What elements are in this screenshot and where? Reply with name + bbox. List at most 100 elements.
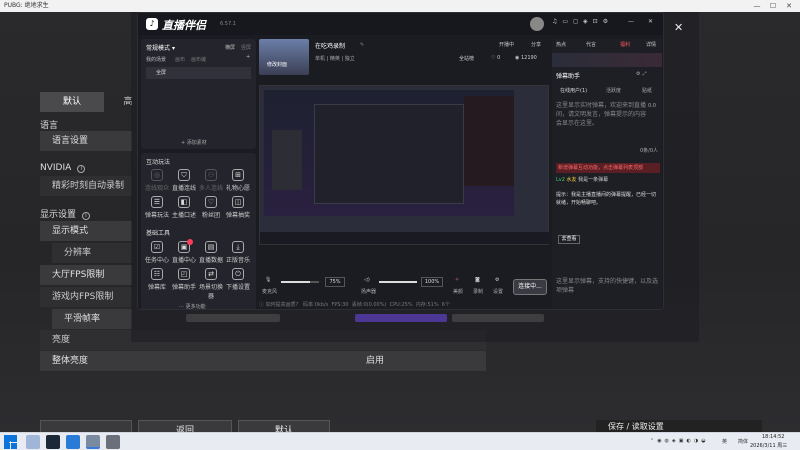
speaker-slider[interactable] xyxy=(379,281,417,283)
right-tab-welfare[interactable]: 福利 xyxy=(620,41,630,48)
subtab-activity[interactable]: 活跃度 xyxy=(606,87,621,94)
tool-scene-switcher[interactable]: ⇄ 场景切换器 xyxy=(199,268,223,300)
cloud-app-icon[interactable] xyxy=(26,435,40,449)
display-mode-row[interactable]: 显示模式 xyxy=(40,221,132,241)
basic-tools-title: 基础工具 xyxy=(146,230,171,237)
tool-gift-wish[interactable]: ⊞ 礼物心愿 xyxy=(226,169,250,192)
share-link[interactable]: 分享 xyxy=(531,41,541,48)
tool-danmaku-lib[interactable]: ☷ 弹幕库 xyxy=(145,268,169,300)
banner[interactable] xyxy=(552,53,662,67)
subtab-online[interactable]: 在线用户(1) xyxy=(560,87,587,94)
ingame-fps-row[interactable]: 游戏内FPS限制 xyxy=(40,287,132,307)
app-icon-grey[interactable] xyxy=(106,435,120,449)
chat-icon[interactable]: ◻ xyxy=(573,18,583,25)
add-material-button[interactable]: + 添加素材 xyxy=(181,139,207,146)
portrait-toggle[interactable]: 竖屏 xyxy=(241,44,251,51)
avatar[interactable] xyxy=(530,17,544,31)
maximize-icon[interactable]: ☐ xyxy=(768,1,778,11)
mic-icon[interactable]: 🎙︎ xyxy=(265,277,271,283)
interaction-grid: ◎ 连线观众 ⛉ 直播连线 ⚇ 多人连线 ⊞ 礼物心愿 ☰ 弹幕玩法 ◧ 主播口述 ♡ 粉丝团… xyxy=(145,169,255,219)
tool-task-center[interactable]: ☑ 任务中心 xyxy=(145,241,169,264)
stream-preview[interactable] xyxy=(259,85,550,245)
stream-tags[interactable]: 单机 | 精英 | 独立 xyxy=(315,55,355,62)
edit-title-icon[interactable]: ✎ xyxy=(360,42,364,48)
live-status[interactable]: 开播中 xyxy=(499,41,514,48)
top-icon-row[interactable]: ♫▭◻◈⊡⚙ xyxy=(552,18,613,25)
tab-default[interactable]: 默认 xyxy=(40,92,104,112)
smooth-framerate-row[interactable]: 平滑帧率 xyxy=(52,309,132,329)
headset-icon[interactable]: ♫ xyxy=(552,18,562,25)
record-icon[interactable]: ◙ xyxy=(475,277,480,283)
close-app-icon[interactable]: ✕ xyxy=(648,18,653,25)
stream-cover[interactable]: 修改封面 xyxy=(259,39,309,75)
settings-label[interactable]: 设置 xyxy=(493,288,503,295)
mode-select[interactable]: 常规模式 ▾ xyxy=(146,43,175,52)
tool-live-connect[interactable]: ⛉ 直播连线 xyxy=(172,169,196,192)
monitor-icon[interactable]: ▭ xyxy=(562,18,573,25)
helper-actions[interactable]: ⚙⤢ xyxy=(636,71,649,77)
landscape-toggle[interactable]: 横屏 xyxy=(225,44,235,51)
add-scene-icon[interactable]: + xyxy=(246,54,250,60)
center-column: 修改封面 在吃鸡录制 ✎ 单机 | 精英 | 独立 开播中 分享 全站榜 ♡ 0… xyxy=(259,39,550,309)
minimize-app-icon[interactable]: — xyxy=(628,18,634,25)
tool-live-data[interactable]: ▤ 直播数据 xyxy=(199,241,223,264)
settings-icon[interactable]: ⚙ xyxy=(495,277,499,283)
game-icon: ☰ xyxy=(151,196,163,208)
cast-icon[interactable]: ⊡ xyxy=(593,18,603,25)
overall-brightness-row[interactable]: 整体亮度 xyxy=(40,351,486,371)
lang-indicator[interactable]: 英 xyxy=(722,438,727,445)
scene-tab-1[interactable]: 画布 xyxy=(175,56,185,63)
right-tab-hot[interactable]: 热点 xyxy=(556,41,566,48)
steam-icon[interactable] xyxy=(46,435,60,449)
feature-alert[interactable]: 新增弹幕互动功能，点击弹幕列表顶部 xyxy=(556,163,660,173)
live-button[interactable]: 连接中... xyxy=(513,279,547,295)
app-icon-blue[interactable] xyxy=(66,435,80,449)
language-setting-row[interactable]: 语言设置 xyxy=(40,131,132,151)
close-icon[interactable]: ✕ xyxy=(784,1,794,11)
resolution-row[interactable]: 分辨率 xyxy=(52,243,132,263)
view-button[interactable]: 去查看 xyxy=(558,235,580,244)
gift-icon[interactable]: ◈ xyxy=(583,18,593,25)
ime-indicator[interactable]: 简体 xyxy=(738,438,748,445)
tray-icons[interactable]: ⌃◉◍◈▣◐◑◒ xyxy=(650,438,709,444)
quality-hint[interactable]: 如何提高画质? xyxy=(266,302,299,308)
settings-icon[interactable]: ⚙ xyxy=(603,18,613,25)
lobby-fps-row[interactable]: 大厅FPS限制 xyxy=(40,265,132,285)
tool-fan-club[interactable]: ♡ 粉丝团 xyxy=(199,196,223,219)
expand-icon[interactable]: ⤢ xyxy=(642,71,648,77)
tool-lottery[interactable]: ◫ 弹幕抽奖 xyxy=(226,196,250,219)
detail-link[interactable]: 详情 xyxy=(646,41,656,48)
beauty-icon[interactable]: ✧ xyxy=(455,277,459,283)
tool-anchor-voice[interactable]: ◧ 主播口述 xyxy=(172,196,196,219)
source-item[interactable]: 全屏 xyxy=(146,67,251,79)
right-tab-endorse[interactable]: 代言 xyxy=(586,41,596,48)
minimize-icon[interactable]: — xyxy=(752,1,762,11)
message-placeholder: 这里显示实时弹幕，欢迎来到直播间，请文明发言，弹幕提示的内容会显示在这里。 xyxy=(556,102,647,127)
gift-icon: ⊞ xyxy=(232,169,244,181)
subtab-sticker[interactable]: 贴纸 xyxy=(642,87,652,94)
tool-multi-connect[interactable]: ⚇ 多人连线 xyxy=(199,169,223,192)
record-label[interactable]: 录制 xyxy=(473,288,483,295)
ranking-label[interactable]: 全站榜 xyxy=(459,55,474,62)
chat-username[interactable]: 水友 xyxy=(567,177,577,183)
scene-tab-2[interactable]: 画布编 xyxy=(191,56,206,63)
tool-connect-audience[interactable]: ◎ 连线观众 xyxy=(145,169,169,192)
mic-slider[interactable] xyxy=(281,281,319,283)
tool-danmaku-helper[interactable]: ◰ 弹幕助手 xyxy=(172,268,196,300)
mic-level[interactable]: 75% xyxy=(325,277,345,287)
tool-end-settings[interactable]: ⏻ 下播设置 xyxy=(226,268,250,300)
tool-live-center[interactable]: ▣ 直播中心 xyxy=(172,239,196,264)
speaker-level[interactable]: 100% xyxy=(421,277,443,287)
nvidia-highlights-row[interactable]: 精彩时刻自动录制 xyxy=(40,176,132,196)
streaming-app-taskbar-icon[interactable] xyxy=(86,435,100,449)
preview-desktop xyxy=(264,90,514,216)
more-functions[interactable]: ⋯ 更多功能 xyxy=(179,303,206,309)
tool-danmaku-play[interactable]: ☰ 弹幕玩法 xyxy=(145,196,169,219)
close-overlay-icon[interactable]: ✕ xyxy=(674,22,686,34)
speaker-icon[interactable]: ◁) xyxy=(364,277,370,283)
beauty-label[interactable]: 美颜 xyxy=(453,288,463,295)
windows-logo[interactable] xyxy=(4,435,18,449)
clock-date[interactable]: 2026/3/11 周三 xyxy=(750,442,787,449)
clock-time[interactable]: 18:14:52 xyxy=(762,434,784,440)
tool-music[interactable]: ⤓ 正版音乐 xyxy=(226,241,250,264)
